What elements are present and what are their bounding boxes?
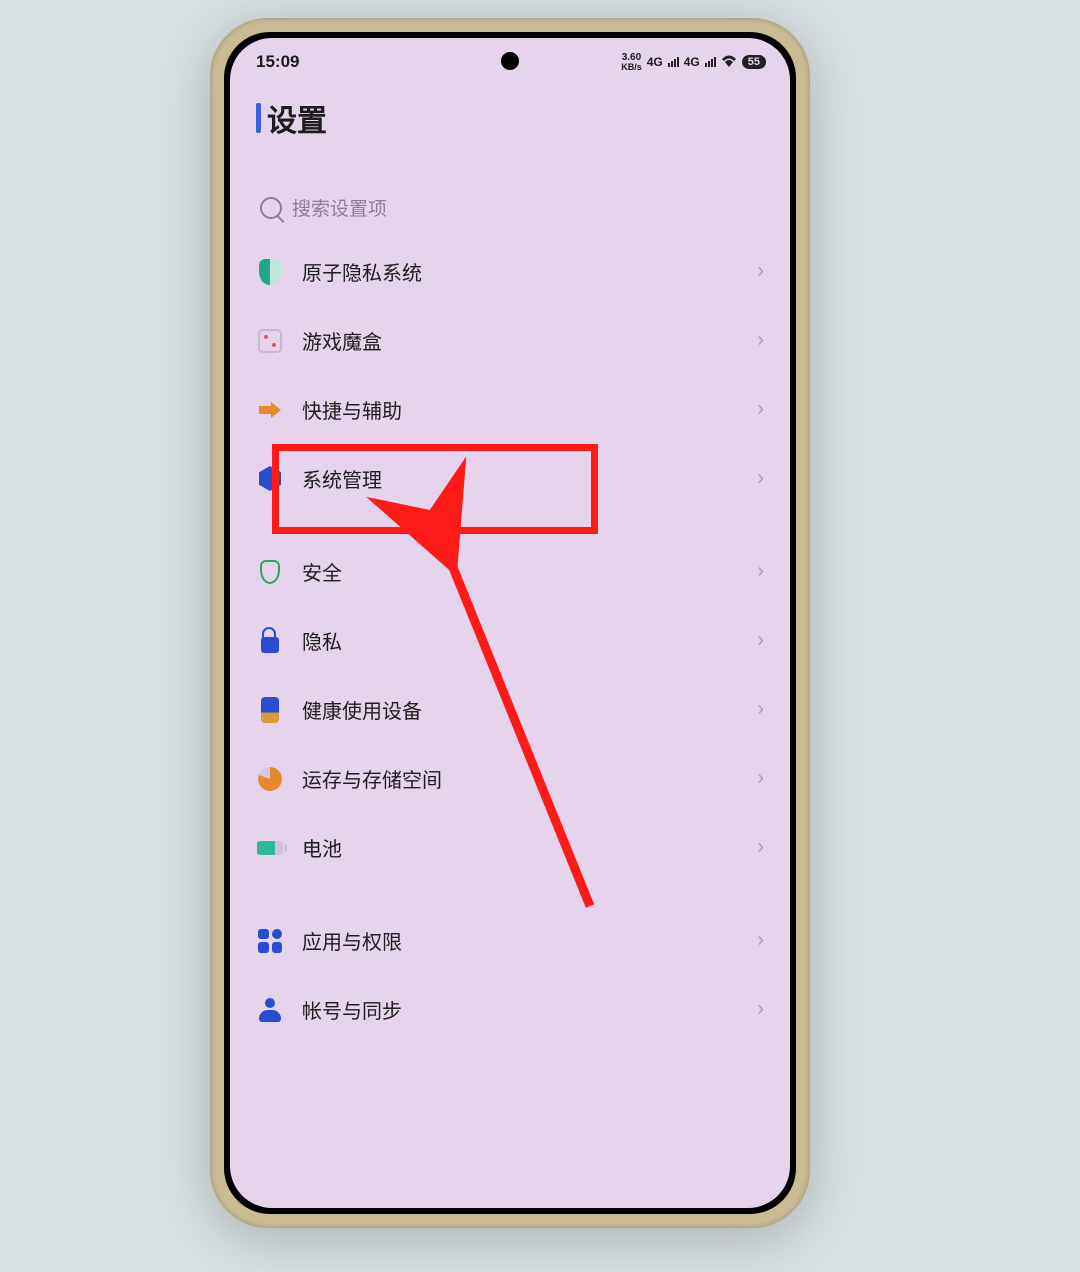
chevron-right-icon: › — [757, 560, 764, 583]
apps-grid-icon — [256, 927, 284, 955]
signal-bars-icon-2 — [705, 57, 716, 67]
phone-bezel: 15:09 3.60 KB/s 4G 4G — [224, 32, 796, 1214]
chevron-right-icon: › — [757, 698, 764, 721]
chevron-right-icon: › — [757, 398, 764, 421]
chevron-right-icon: › — [757, 998, 764, 1021]
item-label: 帐号与同步 — [302, 995, 757, 1024]
device-icon — [256, 696, 284, 724]
settings-item-ram-storage[interactable]: 运存与存储空间 › — [230, 744, 790, 813]
settings-item-security[interactable]: 安全 › — [230, 537, 790, 606]
wifi-icon — [721, 54, 737, 70]
settings-item-privacy[interactable]: 隐私 › — [230, 606, 790, 675]
settings-item-digital-wellbeing[interactable]: 健康使用设备 › — [230, 675, 790, 744]
settings-item-account-sync[interactable]: 帐号与同步 › — [230, 975, 790, 1044]
phone-frame: 15:09 3.60 KB/s 4G 4G — [210, 18, 810, 1228]
page-header: 设置 — [230, 78, 790, 148]
phone-screen: 15:09 3.60 KB/s 4G 4G — [230, 38, 790, 1208]
item-label: 隐私 — [302, 626, 757, 655]
search-placeholder: 搜索设置项 — [292, 194, 387, 221]
status-time: 15:09 — [256, 52, 299, 72]
search-icon — [260, 197, 282, 219]
arrow-right-icon — [256, 396, 284, 424]
item-label: 系统管理 — [302, 464, 757, 493]
status-indicators: 3.60 KB/s 4G 4G 55 — [621, 53, 766, 72]
settings-item-apps-permissions[interactable]: 应用与权限 › — [230, 906, 790, 975]
item-label: 电池 — [302, 833, 757, 862]
settings-item-shortcut-accessibility[interactable]: 快捷与辅助 › — [230, 375, 790, 444]
person-icon — [256, 996, 284, 1024]
camera-punch-hole — [501, 52, 519, 70]
network-speed-indicator: 3.60 KB/s — [621, 53, 642, 72]
shield-outline-icon — [256, 558, 284, 586]
page-title: 设置 — [267, 96, 327, 140]
chevron-right-icon: › — [757, 629, 764, 652]
signal-bars-icon — [668, 57, 679, 67]
search-input[interactable]: 搜索设置项 — [252, 188, 768, 227]
settings-item-game-box[interactable]: 游戏魔盒 › — [230, 306, 790, 375]
chevron-right-icon: › — [757, 329, 764, 352]
shield-half-icon — [256, 258, 284, 286]
battery-indicator: 55 — [742, 55, 766, 69]
settings-item-atomic-privacy[interactable]: 原子隐私系统 › — [230, 237, 790, 306]
title-accent-bar — [256, 103, 261, 133]
chevron-right-icon: › — [757, 836, 764, 859]
item-label: 原子隐私系统 — [302, 257, 757, 286]
battery-icon — [256, 834, 284, 862]
item-label: 安全 — [302, 557, 757, 586]
hexagon-icon — [256, 465, 284, 493]
item-label: 运存与存储空间 — [302, 764, 757, 793]
chevron-right-icon: › — [757, 260, 764, 283]
chevron-right-icon: › — [757, 467, 764, 490]
dice-icon — [256, 327, 284, 355]
item-label: 游戏魔盒 — [302, 326, 757, 355]
chevron-right-icon: › — [757, 767, 764, 790]
lock-icon — [256, 627, 284, 655]
item-label: 快捷与辅助 — [302, 395, 757, 424]
settings-item-battery[interactable]: 电池 › — [230, 813, 790, 882]
item-label: 健康使用设备 — [302, 695, 757, 724]
network-type-2: 4G — [684, 55, 700, 69]
network-type-1: 4G — [647, 55, 663, 69]
chevron-right-icon: › — [757, 929, 764, 952]
settings-item-system-management[interactable]: 系统管理 › — [230, 444, 790, 513]
pie-chart-icon — [256, 765, 284, 793]
item-label: 应用与权限 — [302, 926, 757, 955]
